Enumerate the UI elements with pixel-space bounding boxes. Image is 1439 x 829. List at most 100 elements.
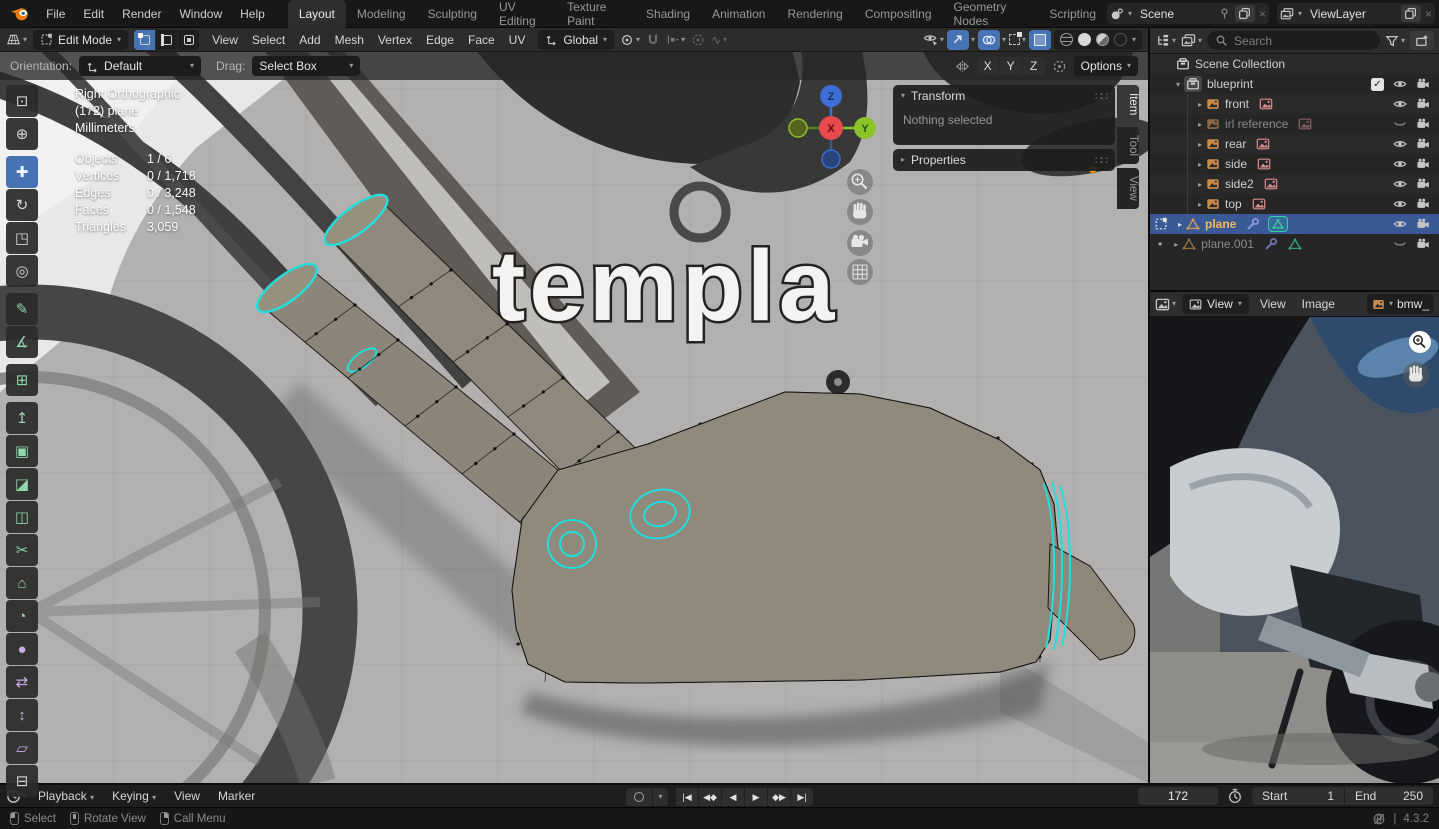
workspace-tab[interactable]: Geometry Nodes xyxy=(943,0,1039,28)
timeline-menu-playback[interactable]: Playback ▾ xyxy=(31,789,101,803)
mirror-y-button[interactable]: Y xyxy=(999,57,1022,75)
tool-button[interactable]: ✚ xyxy=(6,156,38,188)
menu-file[interactable]: File xyxy=(37,7,74,21)
outliner-filter-button[interactable]: ▾ xyxy=(1385,34,1405,48)
snap-target-selector[interactable]: ▾ xyxy=(666,33,685,46)
tool-button[interactable]: ⊕ xyxy=(6,118,38,150)
modifier-wrench-icon[interactable] xyxy=(1246,217,1260,231)
render-camera-icon[interactable] xyxy=(1416,177,1430,191)
outliner-row-irl-reference[interactable]: ▸ irl reference xyxy=(1150,114,1439,134)
outliner-row-plane-001[interactable]: • ▸ plane.001 xyxy=(1150,234,1439,254)
viewport-menu-item[interactable]: Face xyxy=(461,33,502,47)
viewport-menu-item[interactable]: Vertex xyxy=(371,33,419,47)
tool-button[interactable]: ▣ xyxy=(6,435,38,467)
zoom-button[interactable] xyxy=(847,169,873,195)
properties-panel-header[interactable]: ▸ Properties ∷∷ xyxy=(893,149,1115,171)
viewport-menu-item[interactable]: Add xyxy=(292,33,327,47)
viewport-menu-item[interactable]: View xyxy=(205,33,245,47)
tool-button[interactable]: ● xyxy=(6,633,38,665)
transport-button[interactable]: ◀◆ xyxy=(699,788,721,806)
modifier-wrench-icon[interactable] xyxy=(1264,237,1278,251)
current-frame-field[interactable]: 172 xyxy=(1138,787,1218,805)
image-editor-type-button[interactable]: ▾ xyxy=(1155,297,1176,312)
expand-arrow[interactable]: ▸ xyxy=(1194,140,1206,149)
outliner-row-side2[interactable]: ▸ side2 xyxy=(1150,174,1439,194)
image-datablock-selector[interactable]: ▾ bmw_ xyxy=(1366,294,1434,314)
tool-button[interactable]: ◫ xyxy=(6,501,38,533)
outliner-row-rear[interactable]: ▸ rear xyxy=(1150,134,1439,154)
render-camera-icon[interactable] xyxy=(1416,237,1430,251)
tool-options-dropdown[interactable]: Options ▾ xyxy=(1073,56,1138,76)
show-gizmo-toggle[interactable]: ▾ xyxy=(946,29,975,50)
render-camera-icon[interactable] xyxy=(1416,157,1430,171)
menu-window[interactable]: Window xyxy=(170,7,231,21)
viewport-menu-item[interactable]: Select xyxy=(245,33,292,47)
outliner-editor-type-button[interactable]: ▾ xyxy=(1155,33,1176,48)
transport-button[interactable]: ▶| xyxy=(791,788,813,806)
drag-mode-selector[interactable]: Select Box ▾ xyxy=(252,56,361,76)
timeline-menu-view[interactable]: View xyxy=(167,789,207,803)
tool-button[interactable]: ↥ xyxy=(6,402,38,434)
tool-button[interactable]: ⊟ xyxy=(6,765,38,797)
hide-eye-icon[interactable] xyxy=(1393,177,1407,191)
tool-button[interactable]: ✂ xyxy=(6,534,38,566)
tool-orientation-selector[interactable]: Default ▾ xyxy=(79,56,202,76)
auto-key-dropdown[interactable]: ▾ xyxy=(653,788,668,806)
render-camera-icon[interactable] xyxy=(1416,117,1430,131)
expand-arrow[interactable]: ▸ xyxy=(1174,220,1186,229)
menu-render[interactable]: Render xyxy=(113,7,170,21)
outliner-row-blueprint[interactable]: ▾ blueprint ✓ xyxy=(1150,74,1439,94)
rendered-shading-button[interactable] xyxy=(1113,33,1127,46)
edit-mode-overlays-selector[interactable]: ▾ xyxy=(1008,32,1026,45)
viewlayer-name[interactable]: ViewLayer xyxy=(1306,7,1397,21)
show-overlays-toggle[interactable]: ▾ xyxy=(977,29,1006,50)
workspace-tab[interactable]: UV Editing xyxy=(488,0,556,28)
render-camera-icon[interactable] xyxy=(1416,137,1430,151)
timeline-menu-marker[interactable]: Marker xyxy=(211,789,262,803)
expand-arrow[interactable]: ▸ xyxy=(1194,120,1206,129)
outliner-row-plane[interactable]: ▸ plane xyxy=(1150,214,1439,234)
scene-selector[interactable]: ▾ Scene × xyxy=(1107,3,1269,24)
wireframe-shading-button[interactable] xyxy=(1059,33,1073,46)
image-mode-selector[interactable]: View ▾ xyxy=(1182,294,1249,314)
tool-button[interactable]: ⊞ xyxy=(6,364,38,396)
transport-button[interactable]: ◆▶ xyxy=(768,788,790,806)
region-tab[interactable]: Item xyxy=(1117,85,1139,124)
tool-button[interactable]: ⌂ xyxy=(6,567,38,599)
image-editor-menu-image[interactable]: Image xyxy=(1297,297,1340,311)
viewport-menu-item[interactable]: Mesh xyxy=(328,33,371,47)
hide-eye-icon[interactable] xyxy=(1393,137,1407,151)
outliner-row-scene-collection[interactable]: Scene Collection xyxy=(1150,54,1439,74)
new-viewlayer-button[interactable] xyxy=(1400,5,1421,22)
unhide-eye-closed-icon[interactable] xyxy=(1393,117,1407,131)
ortho-toggle-button[interactable] xyxy=(847,259,873,285)
auto-key-button[interactable] xyxy=(626,788,652,806)
tool-button[interactable]: ↻ xyxy=(6,189,38,221)
snap-toggle[interactable] xyxy=(646,33,660,47)
hide-eye-icon[interactable] xyxy=(1393,77,1407,91)
render-camera-icon[interactable] xyxy=(1416,197,1430,211)
face-select-button[interactable] xyxy=(178,29,200,50)
tool-button[interactable]: ◎ xyxy=(6,255,38,287)
outliner-row-front[interactable]: ▸ front xyxy=(1150,94,1439,114)
outliner-row-top[interactable]: ▸ top xyxy=(1150,194,1439,214)
render-camera-icon[interactable] xyxy=(1416,77,1430,91)
workspace-tab[interactable]: Modeling xyxy=(346,0,417,28)
editor-type-button[interactable]: ▾ xyxy=(6,32,27,47)
pin-icon[interactable] xyxy=(1218,7,1231,20)
viewlayer-selector[interactable]: ▾ ViewLayer × xyxy=(1277,3,1435,24)
image-editor-menu-view[interactable]: View xyxy=(1255,297,1291,311)
outliner-display-mode-button[interactable]: ▾ xyxy=(1181,33,1202,48)
expand-arrow[interactable]: ▸ xyxy=(1194,200,1206,209)
mode-selector[interactable]: Edit Mode ▾ xyxy=(33,29,129,50)
expand-arrow[interactable]: ▸ xyxy=(1194,180,1206,189)
outliner-search-input[interactable]: Search xyxy=(1207,31,1380,50)
frame-start-field[interactable]: Start 1 xyxy=(1252,787,1344,805)
transform-orientation-selector[interactable]: Global ▾ xyxy=(538,29,615,50)
workspace-tab[interactable]: Texture Paint xyxy=(556,0,635,28)
expand-arrow[interactable]: ▸ xyxy=(1194,100,1206,109)
render-camera-icon[interactable] xyxy=(1416,97,1430,111)
solid-shading-button[interactable] xyxy=(1077,33,1091,46)
pivot-point-selector[interactable]: ▾ xyxy=(620,33,640,47)
workspace-tab[interactable]: Layout xyxy=(287,0,346,28)
